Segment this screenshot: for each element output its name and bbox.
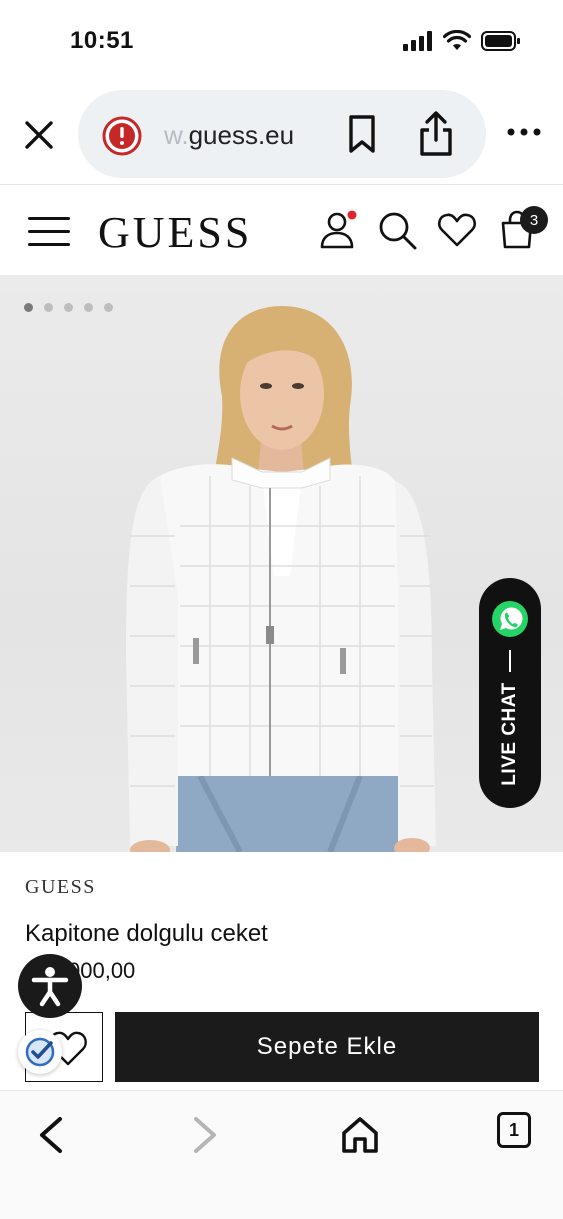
browser-toolbar <box>0 1090 563 1219</box>
status-time: 10:51 <box>70 27 134 54</box>
share-icon[interactable] <box>416 110 456 158</box>
url-text[interactable]: w.guess.eu <box>164 120 294 151</box>
browser-bar: w.guess.eu <box>0 84 563 184</box>
more-options-icon[interactable] <box>506 122 542 142</box>
site-header: GUESS <box>0 184 563 276</box>
tabs-button[interactable]: 1 <box>497 1112 531 1148</box>
search-icon[interactable] <box>376 209 418 251</box>
close-icon <box>25 121 53 149</box>
product-brand: GUESS <box>25 876 96 898</box>
security-warning-icon[interactable] <box>102 116 142 156</box>
home-icon[interactable] <box>338 1113 382 1157</box>
accessibility-icon <box>31 967 69 1007</box>
signal-icon <box>403 31 432 51</box>
close-button[interactable] <box>18 114 60 156</box>
menu-icon[interactable] <box>28 213 72 249</box>
verified-badge[interactable] <box>18 1030 62 1074</box>
url-domain: guess.eu <box>188 120 295 150</box>
live-chat-divider <box>509 650 511 672</box>
cart-count-badge: 3 <box>520 206 548 234</box>
product-name: Kapitone dolgulu ceket <box>25 920 268 947</box>
live-chat-label: LIVE CHAT <box>499 682 520 786</box>
status-icons <box>403 30 521 52</box>
url-prefix: w. <box>164 120 189 150</box>
battery-icon <box>481 31 520 51</box>
status-bar: 10:51 <box>0 0 563 84</box>
accessibility-button[interactable] <box>18 954 82 1018</box>
back-icon[interactable] <box>30 1113 74 1157</box>
account-icon[interactable] <box>318 209 360 251</box>
verified-check-icon <box>25 1037 55 1067</box>
bookmark-icon[interactable] <box>344 114 380 154</box>
wifi-icon <box>443 30 471 50</box>
guess-logo[interactable]: GUESS <box>98 207 252 258</box>
add-to-cart-button[interactable]: Sepete Ekle <box>115 1012 539 1082</box>
whatsapp-icon <box>492 601 528 637</box>
address-bar[interactable]: w.guess.eu <box>78 90 486 178</box>
live-chat-button[interactable]: LIVE CHAT <box>479 578 541 808</box>
forward-icon[interactable] <box>182 1113 226 1157</box>
wishlist-icon[interactable] <box>436 209 478 251</box>
